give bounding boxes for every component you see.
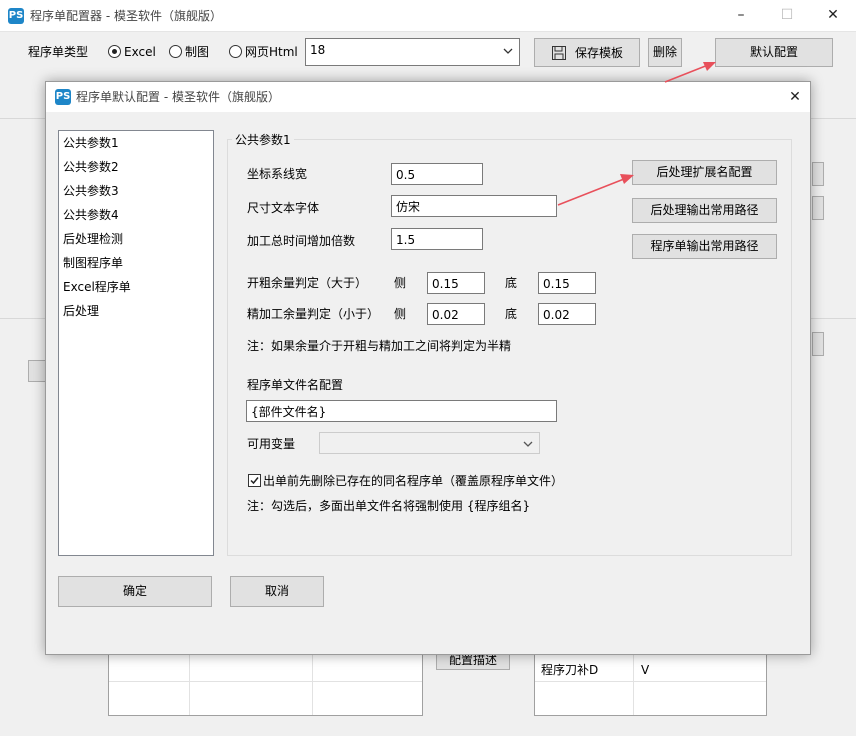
nav-item-post-process[interactable]: 后处理 (59, 299, 213, 323)
nav-item-common-4[interactable]: 公共参数4 (59, 203, 213, 227)
rough-allowance-label: 开粗余量判定（大于） (247, 276, 368, 290)
nav-item-excel-sheet[interactable]: Excel程序单 (59, 275, 213, 299)
filename-config-label: 程序单文件名配置 (247, 378, 344, 392)
available-vars-label: 可用变量 (247, 437, 296, 451)
bg-button-partial[interactable] (812, 162, 824, 186)
finish-allowance-label: 精加工余量判定（小于） (247, 307, 380, 321)
ok-button[interactable]: 确定 (58, 576, 212, 607)
dialog-title-bar: PS 程序单默认配置 - 模圣软件（旗舰版） ✕ (46, 82, 810, 112)
delete-existing-label[interactable]: 出单前先删除已存在的同名程序单（覆盖原程序单文件） (263, 473, 563, 489)
post-output-path-button[interactable]: 后处理输出常用路径 (632, 198, 777, 223)
close-button[interactable]: ✕ (810, 0, 856, 30)
radio-html-label[interactable]: 网页Html (245, 44, 298, 60)
dim-font-input[interactable]: 仿宋 (391, 195, 557, 217)
save-template-button[interactable]: 保存模板 (534, 38, 640, 67)
rough-side-label: 侧 (394, 276, 407, 290)
dialog-title: 程序单默认配置 - 模圣软件（旗舰版） (76, 90, 280, 104)
annotation-arrow-1 (664, 64, 709, 83)
radio-drawing-label[interactable]: 制图 (185, 44, 209, 60)
group-title: 公共参数1 (232, 132, 294, 148)
rough-side-input[interactable]: 0.15 (427, 272, 485, 294)
bg-button-partial[interactable] (28, 360, 46, 382)
save-template-label: 保存模板 (575, 46, 624, 60)
nav-item-drawing-sheet[interactable]: 制图程序单 (59, 251, 213, 275)
delete-existing-checkbox[interactable] (248, 474, 261, 487)
available-vars-select[interactable] (319, 432, 540, 454)
nav-item-common-2[interactable]: 公共参数2 (59, 155, 213, 179)
dialog-close-button[interactable]: ✕ (772, 82, 818, 112)
program-output-path-button[interactable]: 程序单输出常用路径 (632, 234, 777, 259)
nav-item-common-3[interactable]: 公共参数3 (59, 179, 213, 203)
template-select[interactable]: 18 (305, 38, 520, 66)
finish-side-input[interactable]: 0.02 (427, 303, 485, 325)
save-icon (551, 45, 567, 64)
grid-row-label: 程序刀补D (541, 663, 599, 677)
radio-drawing[interactable] (169, 45, 182, 58)
finish-bottom-label: 底 (505, 307, 518, 321)
radio-excel[interactable] (108, 45, 121, 58)
program-type-label: 程序单类型 (28, 45, 89, 59)
finish-side-label: 侧 (394, 307, 407, 321)
radio-excel-label[interactable]: Excel (124, 44, 156, 60)
template-select-value: 18 (310, 43, 326, 57)
ext-config-button[interactable]: 后处理扩展名配置 (632, 160, 777, 185)
nav-item-common-1[interactable]: 公共参数1 (59, 131, 213, 155)
chevron-down-icon (503, 46, 513, 59)
finish-bottom-input[interactable]: 0.02 (538, 303, 596, 325)
checkmark-icon (250, 477, 259, 485)
nav-item-post-check[interactable]: 后处理检测 (59, 227, 213, 251)
rough-bottom-input[interactable]: 0.15 (538, 272, 596, 294)
filename-config-input[interactable]: {部件文件名} (246, 400, 557, 422)
maximize-button[interactable]: ☐ (764, 0, 810, 30)
app-logo: PS (55, 89, 71, 105)
default-config-dialog: PS 程序单默认配置 - 模圣软件（旗舰版） ✕ 公共参数1 公共参数2 公共参… (45, 81, 811, 655)
semi-finish-note: 注：如果余量介于开粗与精加工之间将判定为半精 (247, 339, 512, 353)
app-logo: PS (8, 8, 24, 24)
time-multiplier-input[interactable]: 1.5 (391, 228, 483, 250)
grid-row-value: V (641, 663, 650, 677)
nav-list[interactable]: 公共参数1 公共参数2 公共参数3 公共参数4 后处理检测 制图程序单 Exce… (58, 130, 214, 556)
default-config-button[interactable]: 默认配置 (715, 38, 833, 67)
delete-button[interactable]: 删除 (648, 38, 682, 67)
bg-button-partial[interactable] (812, 332, 824, 356)
time-multiplier-label: 加工总时间增加倍数 (247, 234, 356, 248)
bg-button-partial[interactable] (812, 196, 824, 220)
chevron-down-icon (523, 438, 533, 452)
cancel-button[interactable]: 取消 (230, 576, 324, 607)
main-title-bar: PS 程序单配置器 - 模圣软件（旗舰版） – ☐ ✕ (0, 0, 856, 32)
coord-width-label: 坐标系线宽 (247, 167, 308, 181)
main-window-title: 程序单配置器 - 模圣软件（旗舰版） (30, 9, 222, 23)
rough-bottom-label: 底 (505, 276, 518, 290)
radio-html[interactable] (229, 45, 242, 58)
multi-face-note: 注：勾选后，多面出单文件名将强制使用 {程序组名} (247, 499, 531, 513)
coord-width-input[interactable]: 0.5 (391, 163, 483, 185)
minimize-button[interactable]: – (718, 0, 764, 30)
dim-font-label: 尺寸文本字体 (247, 201, 320, 215)
